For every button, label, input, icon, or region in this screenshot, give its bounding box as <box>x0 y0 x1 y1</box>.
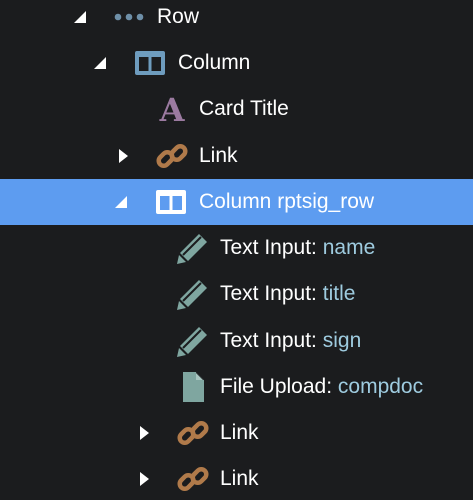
expanded-triangle-icon[interactable] <box>111 192 131 212</box>
collapsed-triangle-icon[interactable] <box>113 146 133 166</box>
tree-node-label: File Upload: compdoc <box>220 375 423 399</box>
pencil-icon <box>176 231 210 265</box>
tree-node-text-input-title[interactable]: Text Input: title <box>0 271 473 317</box>
tree-node-label: Row <box>157 5 199 29</box>
tree-node-label: Text Input: sign <box>220 329 361 353</box>
tree-node-label: Link <box>220 467 259 491</box>
tree-node-label: Column <box>178 51 250 75</box>
node-label: Link <box>220 467 259 490</box>
tree-node-label: Text Input: title <box>220 282 355 306</box>
pencil-icon <box>176 324 210 358</box>
tree-node-label: Text Input: name <box>220 236 375 260</box>
node-value: name <box>322 236 376 259</box>
collapsed-triangle-icon[interactable] <box>134 469 154 489</box>
tree-node-column-rptsig-row[interactable]: Column rptsig_row <box>0 179 473 225</box>
node-label: Text Input: <box>220 236 323 259</box>
tree-node-link[interactable]: Link <box>0 133 473 179</box>
tree-node-text-input-name[interactable]: Text Input: name <box>0 225 473 271</box>
node-label: Link <box>220 421 259 444</box>
node-label: Text Input: <box>220 282 323 305</box>
node-label: File Upload: <box>220 375 338 398</box>
file-icon <box>176 370 210 404</box>
node-value: title <box>322 282 356 305</box>
collapsed-triangle-icon[interactable] <box>134 423 154 443</box>
tree-node-card-title[interactable]: A Card Title <box>0 86 473 132</box>
tree-node-row[interactable]: Row <box>0 0 473 40</box>
node-label: Link <box>199 144 238 167</box>
node-label: Column rptsig_row <box>199 190 375 213</box>
pencil-icon <box>176 277 210 311</box>
tree-node-link[interactable]: Link <box>0 456 473 500</box>
ellipsis-icon <box>112 0 146 34</box>
tree-node-label: Column rptsig_row <box>199 190 374 214</box>
columns-icon <box>154 185 188 219</box>
expanded-triangle-icon[interactable] <box>70 7 90 27</box>
svg-text:A: A <box>159 92 186 126</box>
expanded-triangle-icon[interactable] <box>90 53 110 73</box>
node-value: sign <box>322 329 362 352</box>
node-label: Text Input: <box>220 329 323 352</box>
tree-node-text-input-sign[interactable]: Text Input: sign <box>0 318 473 364</box>
link-icon <box>176 462 210 496</box>
tree-node-link[interactable]: Link <box>0 410 473 456</box>
tree-node-file-upload-compdoc[interactable]: File Upload: compdoc <box>0 364 473 410</box>
tree-node-label: Link <box>199 144 238 168</box>
node-label: Card Title <box>199 97 289 120</box>
tree-node-column[interactable]: Column <box>0 40 473 86</box>
tree-node-label: Card Title <box>199 97 289 121</box>
node-label: Column <box>178 51 251 74</box>
columns-icon <box>133 46 167 80</box>
component-tree: Row Column A Card Title Link Column rpts… <box>0 0 473 500</box>
tree-node-label: Link <box>220 421 259 445</box>
link-icon <box>155 139 189 173</box>
node-label: Row <box>157 5 200 28</box>
link-icon <box>176 416 210 450</box>
letter-a-icon: A <box>155 92 189 126</box>
node-value: compdoc <box>337 375 424 398</box>
